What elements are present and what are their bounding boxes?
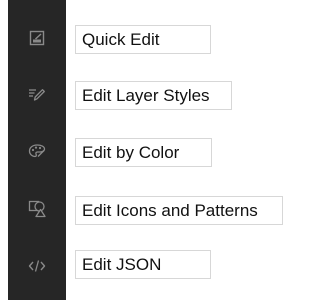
code-brackets-icon [28, 260, 46, 272]
edit-icons-patterns-label[interactable]: Edit Icons and Patterns [75, 196, 283, 225]
icons-patterns-shapes-icon [28, 200, 46, 218]
edit-icons-patterns-button[interactable] [8, 195, 66, 223]
quick-edit-icon [29, 30, 45, 46]
layer-styles-pen-icon [29, 89, 45, 101]
quick-edit-button[interactable] [8, 24, 66, 52]
color-palette-icon [28, 144, 46, 158]
editor-sidebar [8, 0, 66, 300]
edit-layer-styles-button[interactable] [8, 80, 66, 108]
edit-json-button[interactable] [8, 252, 66, 280]
edit-by-color-label[interactable]: Edit by Color [75, 138, 212, 167]
quick-edit-label[interactable]: Quick Edit [75, 25, 211, 54]
edit-json-label[interactable]: Edit JSON [75, 250, 211, 279]
edit-by-color-button[interactable] [8, 137, 66, 165]
edit-layer-styles-label[interactable]: Edit Layer Styles [75, 81, 232, 110]
